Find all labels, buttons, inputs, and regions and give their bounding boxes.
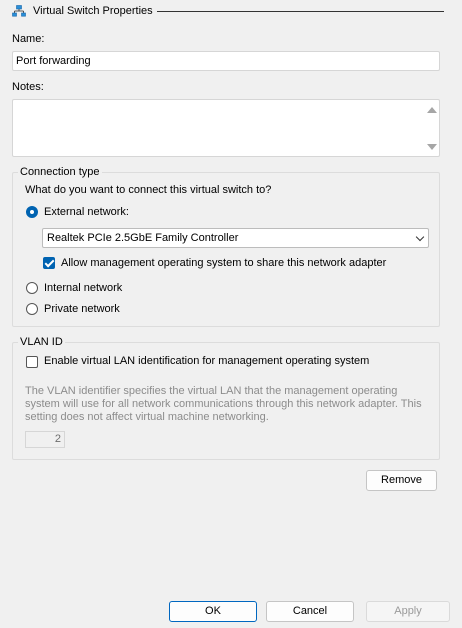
section-title: Virtual Switch Properties: [33, 5, 153, 17]
name-input[interactable]: Port forwarding: [12, 51, 440, 71]
notes-label: Notes:: [12, 81, 44, 93]
private-network-label[interactable]: Private network: [44, 302, 120, 316]
network-switch-icon: [12, 5, 26, 17]
allow-mgmt-label[interactable]: Allow management operating system to sha…: [61, 256, 386, 270]
vlan-enable-checkbox[interactable]: [26, 356, 38, 368]
internal-network-radio[interactable]: [26, 282, 38, 294]
vlan-id-input[interactable]: 2: [25, 431, 65, 448]
cancel-button[interactable]: Cancel: [266, 601, 354, 622]
external-network-radio[interactable]: [26, 206, 38, 218]
adapter-select-value: Realtek PCIe 2.5GbE Family Controller: [47, 232, 239, 244]
vlan-description-line: system will use for all network communic…: [25, 398, 422, 410]
name-label: Name:: [12, 33, 45, 45]
scroll-down-icon[interactable]: [427, 144, 437, 150]
chevron-down-icon: [415, 232, 425, 242]
remove-button[interactable]: Remove: [366, 470, 437, 491]
external-network-label[interactable]: External network:: [44, 205, 129, 219]
allow-mgmt-checkbox[interactable]: [43, 257, 55, 269]
notes-textarea[interactable]: [12, 99, 440, 157]
vlan-description-line: setting does not affect virtual machine …: [25, 411, 269, 423]
notes-scrollbar[interactable]: [424, 100, 439, 156]
private-network-radio[interactable]: [26, 303, 38, 315]
vlan-description: The VLAN identifier specifies the virtua…: [25, 385, 437, 424]
ok-button[interactable]: OK: [169, 601, 257, 622]
connection-type-title: Connection type: [18, 166, 102, 179]
connection-question: What do you want to connect this virtual…: [25, 184, 272, 196]
section-header: Virtual Switch Properties: [12, 4, 444, 20]
apply-button[interactable]: Apply: [366, 601, 450, 622]
scroll-up-icon[interactable]: [427, 107, 437, 113]
internal-network-label[interactable]: Internal network: [44, 281, 122, 295]
vlan-description-line: The VLAN identifier specifies the virtua…: [25, 385, 398, 397]
header-divider: [157, 11, 444, 12]
vlan-title: VLAN ID: [18, 336, 65, 349]
adapter-select[interactable]: Realtek PCIe 2.5GbE Family Controller: [42, 228, 429, 248]
vlan-enable-label[interactable]: Enable virtual LAN identification for ma…: [44, 354, 369, 368]
